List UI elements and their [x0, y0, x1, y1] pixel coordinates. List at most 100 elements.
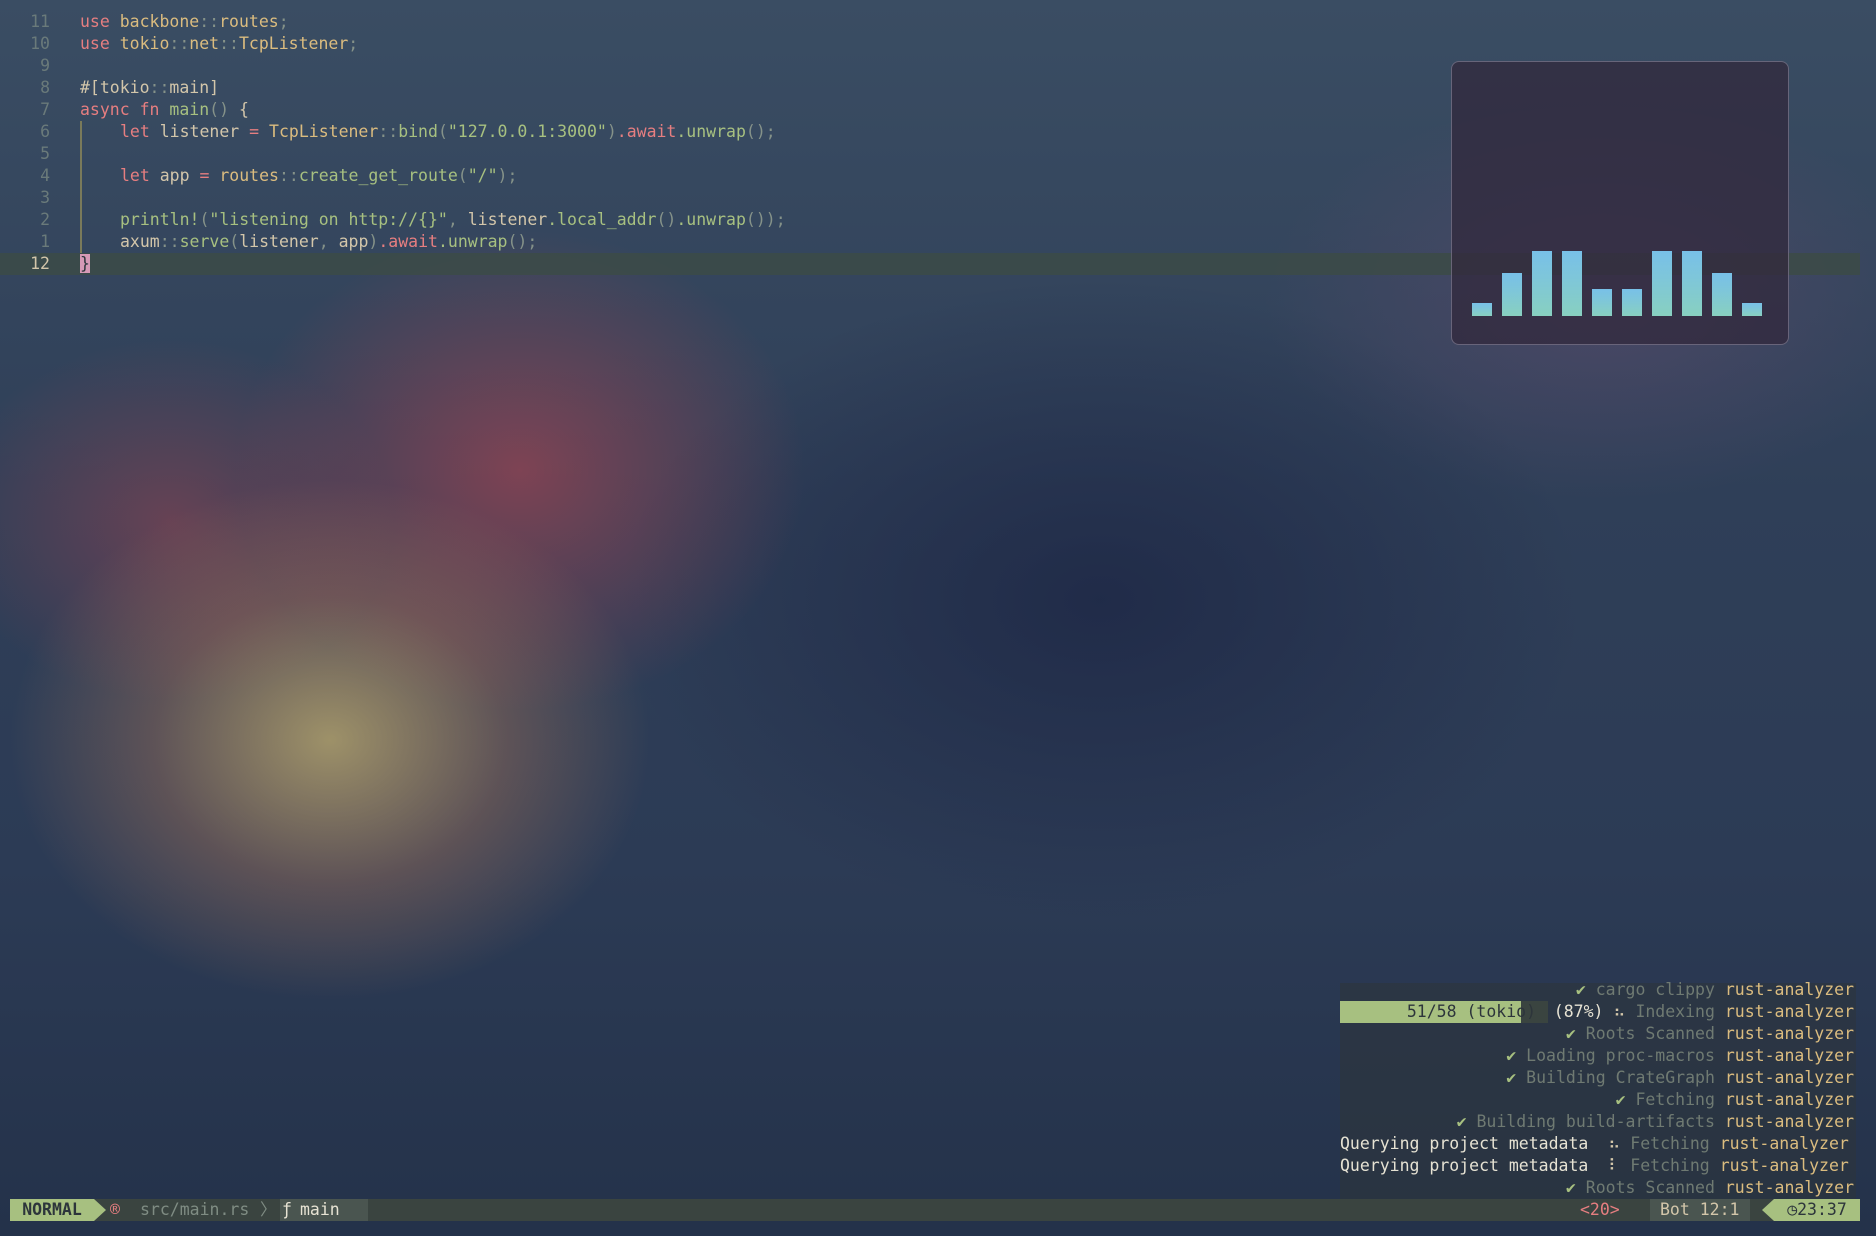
attribute: #[tokio — [80, 78, 150, 97]
file-name[interactable]: src/main.rs — [140, 1199, 249, 1221]
line-number: 4 — [40, 166, 50, 185]
notification-source: rust-analyzer — [1724, 1178, 1854, 1197]
identifier: app — [149, 166, 200, 185]
notification-message: Indexing — [1635, 1002, 1715, 1021]
punctuation: ()); — [745, 210, 786, 229]
notification-message: Roots Scanned — [1585, 1178, 1715, 1197]
brace: { — [229, 100, 249, 119]
diagnostics-count: <20> — [1580, 1200, 1620, 1219]
time-label: 23:37 — [1797, 1200, 1847, 1219]
notification-title: Querying project metadata — [1340, 1134, 1589, 1153]
punctuation: :: — [378, 122, 399, 141]
identifier: axum — [120, 232, 160, 251]
notification-message: Loading proc-macros — [1526, 1046, 1715, 1065]
punctuation: , — [447, 210, 458, 229]
keyword: .await — [616, 122, 677, 141]
macro-name: println! — [120, 210, 200, 229]
scroll-position: Bot — [1660, 1200, 1690, 1219]
function-name: .unwrap — [676, 210, 746, 229]
identifier: tokio — [109, 34, 170, 53]
cursor-position: Bot 12:1 — [1650, 1199, 1750, 1221]
punctuation: :: — [278, 166, 299, 185]
notification-source: rust-analyzer — [1724, 1068, 1854, 1087]
check-icon: ✔ — [1506, 1068, 1517, 1087]
string-literal: "/" — [467, 166, 498, 185]
identifier: listener — [457, 210, 548, 229]
visualizer-bar — [1592, 289, 1612, 316]
operator: = — [249, 122, 260, 141]
visualizer-bar — [1742, 303, 1762, 316]
identifier: net — [189, 34, 220, 53]
string-literal: "127.0.0.1:3000" — [447, 122, 607, 141]
visualizer-bar — [1652, 251, 1672, 316]
clock-separator — [1762, 1199, 1774, 1221]
identifier: listener — [239, 232, 319, 251]
keyword: use — [80, 34, 110, 53]
indexing-progress-bar: 51/58 (tokio) — [1340, 1001, 1548, 1023]
mode-separator — [94, 1199, 106, 1221]
code-line[interactable]: 10 use tokio::net::TcpListener; — [0, 33, 1860, 55]
notification-message: cargo clippy — [1595, 980, 1715, 999]
notification-message: Building build-artifacts — [1476, 1112, 1715, 1131]
notification: ✔ Roots Scanned rust-analyzer — [1566, 1023, 1854, 1045]
notification: ✔ Roots Scanned rust-analyzer — [1566, 1177, 1854, 1199]
function-name: main — [159, 100, 210, 119]
operator: = — [199, 166, 210, 185]
punctuation: (); — [745, 122, 776, 141]
punctuation: () — [209, 100, 230, 119]
line-number: 12 — [30, 254, 50, 273]
visualizer-bar — [1712, 273, 1732, 316]
check-icon: ✔ — [1565, 1024, 1576, 1043]
function-name: bind — [398, 122, 438, 141]
indent-guide — [80, 231, 82, 253]
audio-visualizer — [1451, 61, 1789, 345]
punctuation: () — [656, 210, 677, 229]
punctuation: ( — [199, 210, 210, 229]
progress-percent: (87%) — [1553, 1002, 1604, 1021]
function-name: .unwrap — [676, 122, 746, 141]
line-number: 1 — [40, 232, 50, 251]
spinner-icon: ⠦ — [1608, 1134, 1621, 1153]
function-name: create_get_route — [298, 166, 458, 185]
breadcrumb-label[interactable]: main — [300, 1199, 340, 1221]
keyword: fn — [129, 100, 160, 119]
indent-guide — [80, 165, 82, 187]
check-icon: ✔ — [1456, 1112, 1467, 1131]
punctuation: ) — [368, 232, 379, 251]
punctuation: ); — [497, 166, 518, 185]
notification-source: rust-analyzer — [1724, 1090, 1854, 1109]
identifier: TcpListener — [238, 34, 349, 53]
visualizer-bar — [1682, 251, 1702, 316]
check-icon: ✔ — [1575, 980, 1586, 999]
text-cursor: } — [80, 254, 90, 273]
indent-guide — [80, 187, 82, 209]
notification: ✔ Building build-artifacts rust-analyzer — [1457, 1111, 1854, 1133]
progress-label: 51/58 (tokio) — [1406, 1002, 1536, 1021]
identifier: routes — [219, 12, 279, 31]
line-number: 3 — [40, 188, 50, 207]
mode-indicator: NORMAL — [10, 1199, 94, 1221]
punctuation: ( — [457, 166, 468, 185]
string-literal: "listening on http://{}" — [209, 210, 448, 229]
notification-source: rust-analyzer — [1719, 1156, 1849, 1175]
function-icon: ƒ — [282, 1200, 292, 1219]
line-column: 12:1 — [1699, 1200, 1740, 1219]
punctuation: (); — [507, 232, 538, 251]
notification: ✔ Building CrateGraph rust-analyzer — [1506, 1067, 1854, 1089]
notification-source: rust-analyzer — [1724, 1002, 1854, 1021]
attribute: main] — [169, 78, 220, 97]
statusline: NORMAL ® src/main.rs 〉 ƒ main <20> Bot 1… — [10, 1199, 1860, 1221]
keyword: async — [80, 100, 130, 119]
notification-message: Fetching — [1635, 1090, 1715, 1109]
code-line[interactable]: 11 use backbone::routes; — [0, 11, 1860, 33]
notification-message: Building CrateGraph — [1526, 1068, 1715, 1087]
notification-message: Fetching — [1630, 1134, 1710, 1153]
keyword: let — [120, 122, 150, 141]
notification-source: rust-analyzer — [1724, 980, 1854, 999]
notification: Querying project metadata ⠇ Fetching rus… — [1340, 1155, 1854, 1177]
function-name: serve — [179, 232, 230, 251]
function-name: .local_addr — [547, 210, 657, 229]
identifier: listener — [149, 122, 250, 141]
keyword: .await — [378, 232, 438, 251]
indent-guide — [80, 209, 82, 231]
